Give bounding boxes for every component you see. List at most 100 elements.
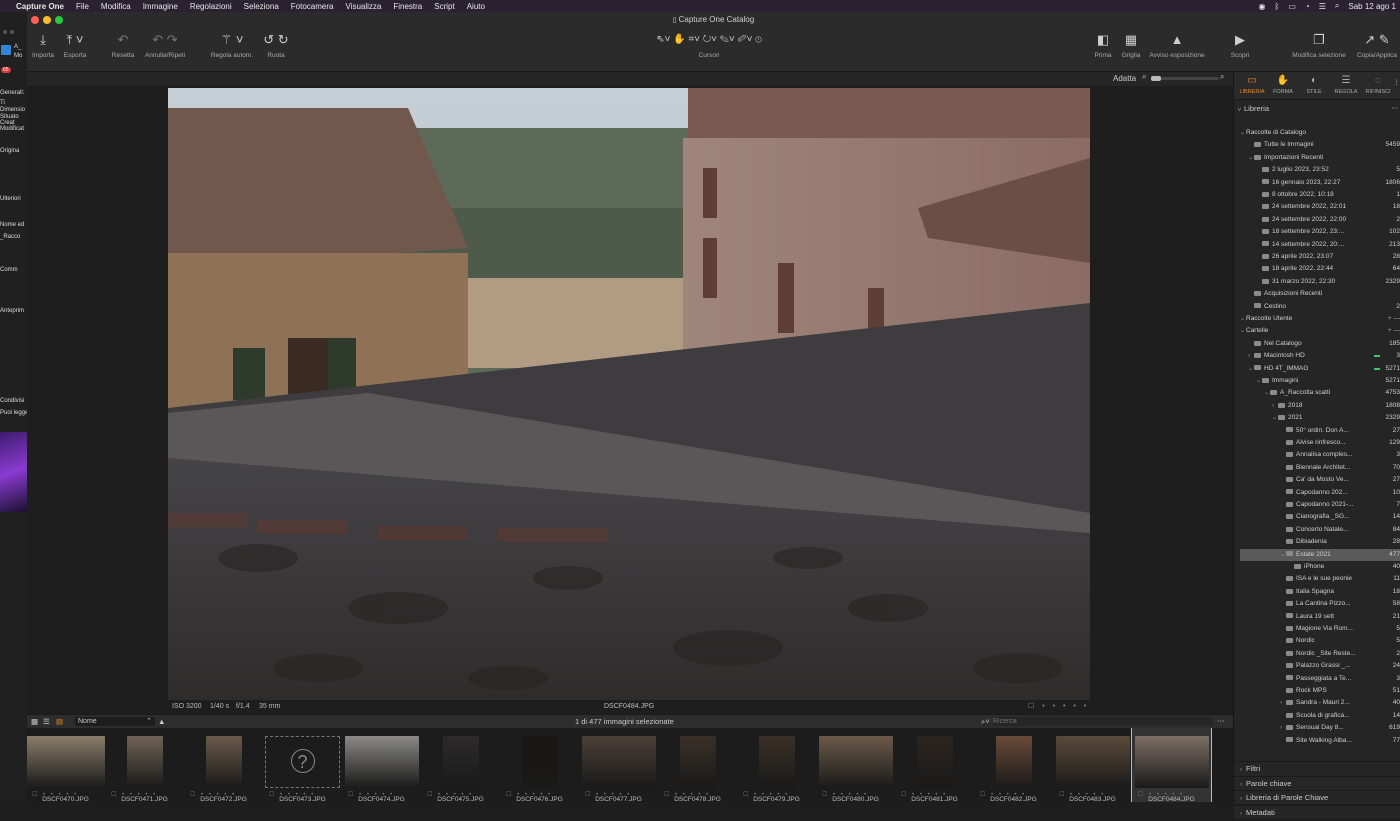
- tree-item[interactable]: 2 luglio 2023, 23:525: [1240, 164, 1400, 176]
- wifi-icon[interactable]: ◔: [1305, 2, 1310, 11]
- filmstrip-thumb[interactable]: ☐ • • • • •DSCF0480.JPG: [816, 728, 895, 802]
- close-button[interactable]: [31, 16, 39, 24]
- search-input[interactable]: [993, 717, 1213, 726]
- section-metadati[interactable]: ›Metadati: [1234, 805, 1400, 819]
- creative-cloud-icon[interactable]: ◉: [1259, 2, 1266, 11]
- zoom-in-icon[interactable]: ⌕: [1220, 72, 1224, 82]
- bluetooth-icon[interactable]: ᛒ: [1275, 2, 1280, 11]
- sort-select[interactable]: Nome⌃: [75, 717, 155, 726]
- auto-adjust-button[interactable]: ⚚ ˅Regola autom.: [209, 28, 255, 59]
- grid-button[interactable]: ▦Griglia: [1119, 28, 1143, 59]
- tree-item[interactable]: 24 settembre 2022, 22:002: [1240, 214, 1400, 226]
- tree-item[interactable]: ⌄Immagini5271: [1240, 375, 1400, 387]
- tree-item[interactable]: Passeggiata a Te...3: [1240, 673, 1400, 685]
- minimize-button[interactable]: [43, 16, 51, 24]
- tree-item[interactable]: Biennale Architet...70: [1240, 462, 1400, 474]
- edit-selection-button[interactable]: ❐Modifica selezione: [1291, 28, 1347, 59]
- menu-fotocamera[interactable]: Fotocamera: [285, 2, 340, 11]
- menu-finestra[interactable]: Finestra: [387, 2, 428, 11]
- tree-item[interactable]: ⌄Raccolte di Catalogo: [1240, 127, 1400, 139]
- tab-forma[interactable]: ✋FORMA: [1267, 72, 1299, 95]
- tree-item[interactable]: ›Macintosh HD3: [1240, 350, 1400, 362]
- tree-item[interactable]: 24 settembre 2022, 22:0118: [1240, 201, 1400, 213]
- control-center-icon[interactable]: ☰: [1319, 2, 1326, 11]
- sort-direction-icon[interactable]: ▲: [158, 717, 165, 726]
- tree-item[interactable]: Alvise rinfresco...129: [1240, 437, 1400, 449]
- cursor-tools[interactable]: ⇖˅ ✋ ⌗˅ ↻˅ ✎˅ ✐˅ ⊙Cursori: [639, 28, 779, 59]
- tree-item[interactable]: Annalisa comples...3: [1240, 449, 1400, 461]
- reveal-button[interactable]: ▶Scopri: [1227, 28, 1253, 59]
- menu-aiuto[interactable]: Aiuto: [461, 2, 491, 11]
- menu-immagine[interactable]: Immagine: [137, 2, 184, 11]
- tree-item[interactable]: 26 aprile 2022, 23:0728: [1240, 251, 1400, 263]
- tree-item[interactable]: ⌄HD 4T_IMMAG5271: [1240, 363, 1400, 375]
- tree-item[interactable]: Cianografia _SG...14: [1240, 511, 1400, 523]
- tree-item[interactable]: Ca' da Mosto Ve...27: [1240, 474, 1400, 486]
- menu-visualizza[interactable]: Visualizza: [339, 2, 387, 11]
- clock[interactable]: Sab 12 ago 1: [1348, 2, 1396, 11]
- filmstrip-thumb[interactable]: ☐ • • • • •DSCF0483.JPG: [1053, 728, 1132, 802]
- tree-item[interactable]: ⌄A_Raccolta scatti4753: [1240, 387, 1400, 399]
- add-remove-icons[interactable]: + —: [1388, 325, 1400, 337]
- filmstrip-thumb[interactable]: ☐ • • • • •DSCF0481.JPG: [895, 728, 974, 802]
- tree-item[interactable]: ›Sensual Day 8...619: [1240, 722, 1400, 734]
- tree-item[interactable]: ⌄Estate 2021477: [1240, 549, 1400, 561]
- tree-item[interactable]: Magione Via Rom...5: [1240, 623, 1400, 635]
- tree-item[interactable]: ⌄Raccolte Utente+ —: [1240, 313, 1400, 325]
- tree-item[interactable]: Nordic _Site Reste...2: [1240, 648, 1400, 660]
- filmstrip-thumb[interactable]: ☐ • • • • •DSCF0479.JPG: [737, 728, 816, 802]
- tree-item[interactable]: Dibiadenia28: [1240, 536, 1400, 548]
- menu-script[interactable]: Script: [428, 2, 460, 11]
- filmstrip-thumb[interactable]: ☐ • • • • •DSCF0477.JPG: [579, 728, 658, 802]
- tree-item[interactable]: Laura 19 sett21: [1240, 611, 1400, 623]
- filmstrip-thumb[interactable]: ☐ • • • • •DSCF0484.JPG: [1132, 728, 1211, 802]
- tree-item[interactable]: Nordic5: [1240, 635, 1400, 647]
- filmstrip-thumb[interactable]: ☐ • • • • •DSCF0478.JPG: [658, 728, 737, 802]
- import-button[interactable]: ⤓Importa: [31, 28, 55, 59]
- section-filtri[interactable]: ›Filtri: [1234, 761, 1400, 775]
- filmstrip-view-icon[interactable]: ▤: [56, 717, 63, 726]
- tree-item[interactable]: Tutte le Immagini5459: [1240, 139, 1400, 151]
- tree-item[interactable]: 50° ordin. Don A...27: [1240, 425, 1400, 437]
- tree-item[interactable]: Cestino2: [1240, 301, 1400, 313]
- filmstrip-thumb[interactable]: ☐ • • • • •DSCF0470.JPG: [27, 728, 105, 802]
- tree-item[interactable]: iPhone40: [1240, 561, 1400, 573]
- menu-file[interactable]: File: [70, 2, 95, 11]
- rating-stars[interactable]: ☐ • • • • •: [1028, 702, 1089, 710]
- tree-item[interactable]: La Cantina Pizzo...58: [1240, 598, 1400, 610]
- zoom-slider[interactable]: [1151, 77, 1219, 80]
- tab-libreria[interactable]: ▭LIBRERIA: [1236, 72, 1268, 95]
- tree-item[interactable]: Capodanno 202...10: [1240, 487, 1400, 499]
- tree-item[interactable]: 31 marzo 2022, 22:302329: [1240, 276, 1400, 288]
- rotate-button[interactable]: ↺ ↻Ruota: [263, 28, 289, 59]
- exposure-warning-button[interactable]: ▲Avviso esposizione: [1147, 28, 1207, 59]
- search-icon[interactable]: ⌕: [1335, 1, 1339, 11]
- tree-item[interactable]: Capodanno 2021-...7: [1240, 499, 1400, 511]
- tree-item[interactable]: ⌄20212329: [1240, 412, 1400, 424]
- tree-item[interactable]: Scuola di grafica...14: [1240, 710, 1400, 722]
- undo-redo-button[interactable]: ↶ ↷Annulla/Ripeti: [143, 28, 187, 59]
- tree-item[interactable]: Rock MPS51: [1240, 685, 1400, 697]
- before-button[interactable]: ◧Prima: [1091, 28, 1115, 59]
- tree-item[interactable]: Concerto Natale...84: [1240, 524, 1400, 536]
- filmstrip-thumb[interactable]: ☐ • • • • •DSCF0475.JPG: [421, 728, 500, 802]
- more-icon[interactable]: ⋯: [1217, 716, 1225, 725]
- tab-regola[interactable]: ☰REGOLA: [1330, 72, 1362, 95]
- filmstrip-thumb[interactable]: ☐ • • • • •DSCF0476.JPG: [500, 728, 579, 802]
- add-remove-icons[interactable]: + —: [1388, 313, 1400, 325]
- tree-item[interactable]: ⌄Cartelle+ —: [1240, 325, 1400, 337]
- tree-item[interactable]: 18 settembre 2022, 23:...102: [1240, 226, 1400, 238]
- filmstrip-thumb[interactable]: ☐ • • • • •DSCF0482.JPG: [974, 728, 1053, 802]
- menu-modifica[interactable]: Modifica: [95, 2, 137, 11]
- tree-item[interactable]: 8 ottobre 2022, 10:181: [1240, 189, 1400, 201]
- tree-item[interactable]: Site Walking Alba...77: [1240, 735, 1400, 747]
- tree-item[interactable]: ⌄Importazioni Recenti: [1240, 152, 1400, 164]
- image-viewer[interactable]: [27, 86, 1233, 700]
- tree-item[interactable]: ISA e le sue peonie11: [1240, 573, 1400, 585]
- list-view-icon[interactable]: ☰: [43, 717, 50, 726]
- tree-item[interactable]: 16 gennaio 2023, 22:271806: [1240, 177, 1400, 189]
- filmstrip-thumb[interactable]: ☐ • • • • •DSCF0472.JPG: [184, 728, 263, 802]
- main-photo[interactable]: [168, 88, 1090, 700]
- library-header[interactable]: vLibreria: [1238, 104, 1269, 113]
- tree-item[interactable]: ›20181808: [1240, 400, 1400, 412]
